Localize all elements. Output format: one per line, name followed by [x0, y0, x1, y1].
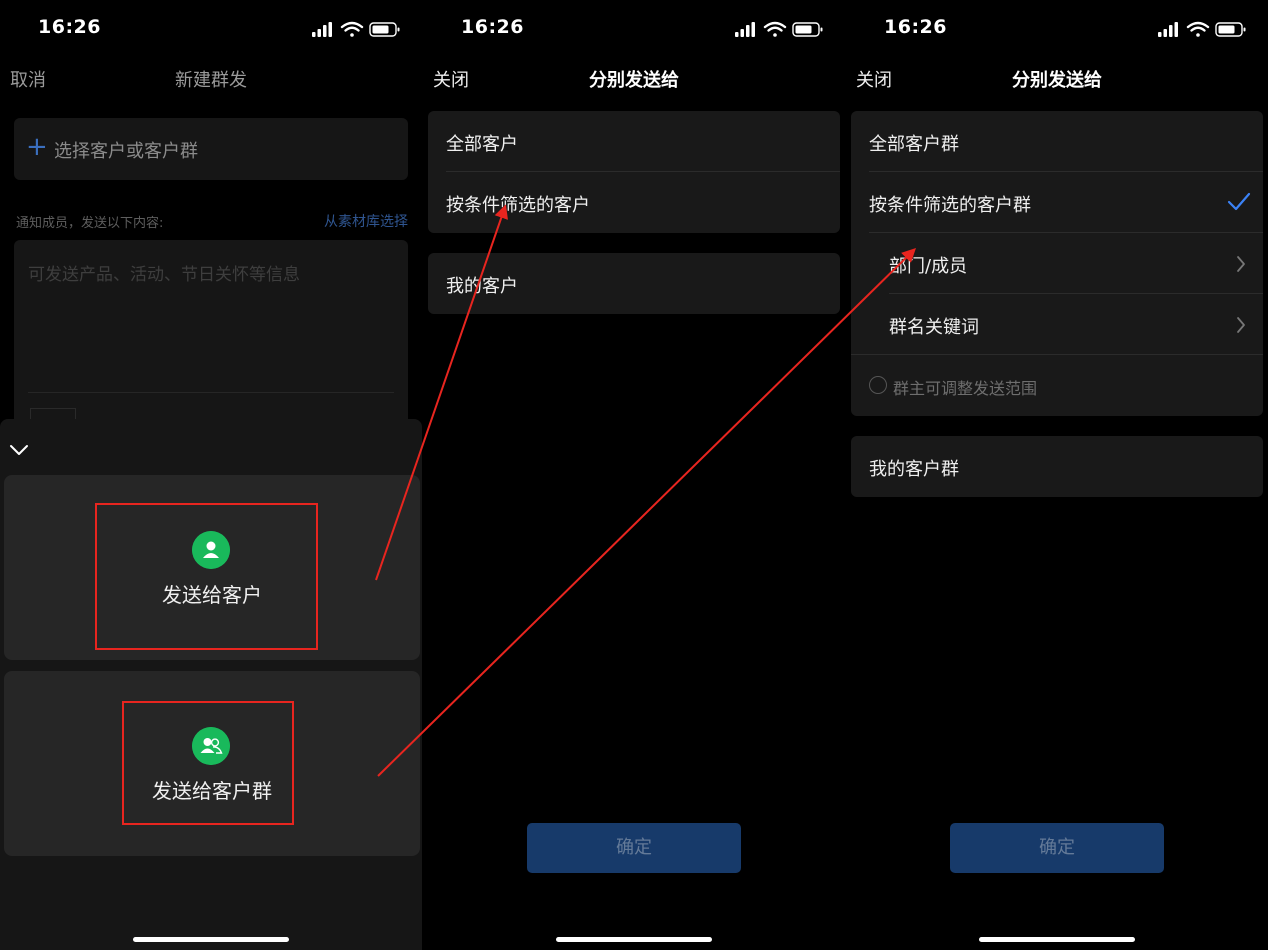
content-placeholder: 可发送产品、活动、节日关怀等信息 [28, 265, 300, 285]
filter-dept-member[interactable]: 部门/成员 [851, 233, 1263, 294]
option-all-customers[interactable]: 全部客户 [428, 111, 840, 172]
content-textarea[interactable]: 可发送产品、活动、节日关怀等信息 [14, 240, 408, 432]
option-label: 部门/成员 [889, 256, 968, 277]
battery-icon [1215, 22, 1246, 37]
home-indicator [556, 937, 712, 942]
page-title: 分别发送给 [1012, 70, 1102, 91]
confirm-button[interactable]: 确定 [950, 823, 1164, 873]
option-label: 按条件筛选的客户群 [869, 195, 1031, 216]
divider [28, 392, 394, 393]
highlight-box-send-to-customer [95, 503, 318, 650]
signal-icon [1158, 22, 1178, 37]
filter-group-keyword[interactable]: 群名关键词 [851, 294, 1263, 355]
option-filtered-groups[interactable]: 按条件筛选的客户群 [851, 172, 1263, 233]
bottom-sheet: 发送给客户 发送给客户群 [0, 419, 422, 950]
status-bar: 16:26 [846, 0, 1268, 56]
status-time: 16:26 [461, 16, 524, 38]
option-label: 我的客户 [446, 276, 518, 297]
checkmark-icon [1227, 192, 1251, 211]
plus-icon: + [26, 132, 48, 162]
owner-adjust-toggle[interactable]: 群主可调整发送范围 [851, 355, 1263, 416]
status-bar: 16:26 [0, 0, 422, 56]
phone-screen-send-to-groups: 16:26 关闭 分别发送给 全部客户群 按条件筛选的客户群 部门/成员 群名关… [846, 0, 1268, 950]
signal-icon [312, 22, 332, 37]
phone-screen-send-to-customers: 16:26 关闭 分别发送给 全部客户 按条件筛选的客户 我的客户 确定 [423, 0, 845, 950]
group-options-group: 全部客户群 按条件筛选的客户群 部门/成员 群名关键词 群主可调整发送范围 [851, 111, 1263, 416]
option-filtered-customers[interactable]: 按条件筛选的客户 [428, 172, 840, 233]
status-time: 16:26 [884, 16, 947, 38]
option-my-customers[interactable]: 我的客户 [428, 253, 840, 314]
confirm-button[interactable]: 确定 [527, 823, 741, 873]
my-customers-group: 我的客户 [428, 253, 840, 314]
option-label: 全部客户 [446, 134, 518, 155]
page-title: 分别发送给 [589, 70, 679, 91]
status-icons [1158, 21, 1246, 37]
option-my-groups[interactable]: 我的客户群 [851, 436, 1263, 497]
wifi-icon [340, 21, 364, 37]
chevron-right-icon [1237, 256, 1245, 272]
status-bar: 16:26 [423, 0, 845, 56]
page-title: 新建群发 [175, 70, 247, 91]
status-icons [735, 21, 823, 37]
my-groups-group: 我的客户群 [851, 436, 1263, 497]
option-label: 全部客户群 [869, 134, 959, 155]
select-recipients-label: 选择客户或客户群 [54, 141, 198, 162]
chevron-down-icon[interactable] [8, 439, 30, 461]
battery-icon [792, 22, 823, 37]
from-library-link[interactable]: 从素材库选择 [324, 211, 408, 231]
status-icons [312, 21, 400, 37]
owner-adjust-label: 群主可调整发送范围 [893, 379, 1038, 398]
home-indicator [133, 937, 289, 942]
radio-icon[interactable] [869, 376, 887, 394]
option-label: 按条件筛选的客户 [446, 195, 590, 216]
chevron-right-icon [1237, 317, 1245, 333]
option-all-groups[interactable]: 全部客户群 [851, 111, 1263, 172]
home-indicator [979, 937, 1135, 942]
wifi-icon [1186, 21, 1210, 37]
status-time: 16:26 [38, 16, 101, 38]
option-label: 群名关键词 [889, 317, 979, 338]
notice-label: 通知成员，发送以下内容: [16, 216, 164, 231]
battery-icon [369, 22, 400, 37]
signal-icon [735, 22, 755, 37]
select-recipients-field[interactable]: + 选择客户或客户群 [14, 118, 408, 180]
wifi-icon [763, 21, 787, 37]
option-label: 我的客户群 [869, 459, 959, 480]
highlight-box-send-to-group [122, 701, 294, 825]
customer-options-group: 全部客户 按条件筛选的客户 [428, 111, 840, 233]
